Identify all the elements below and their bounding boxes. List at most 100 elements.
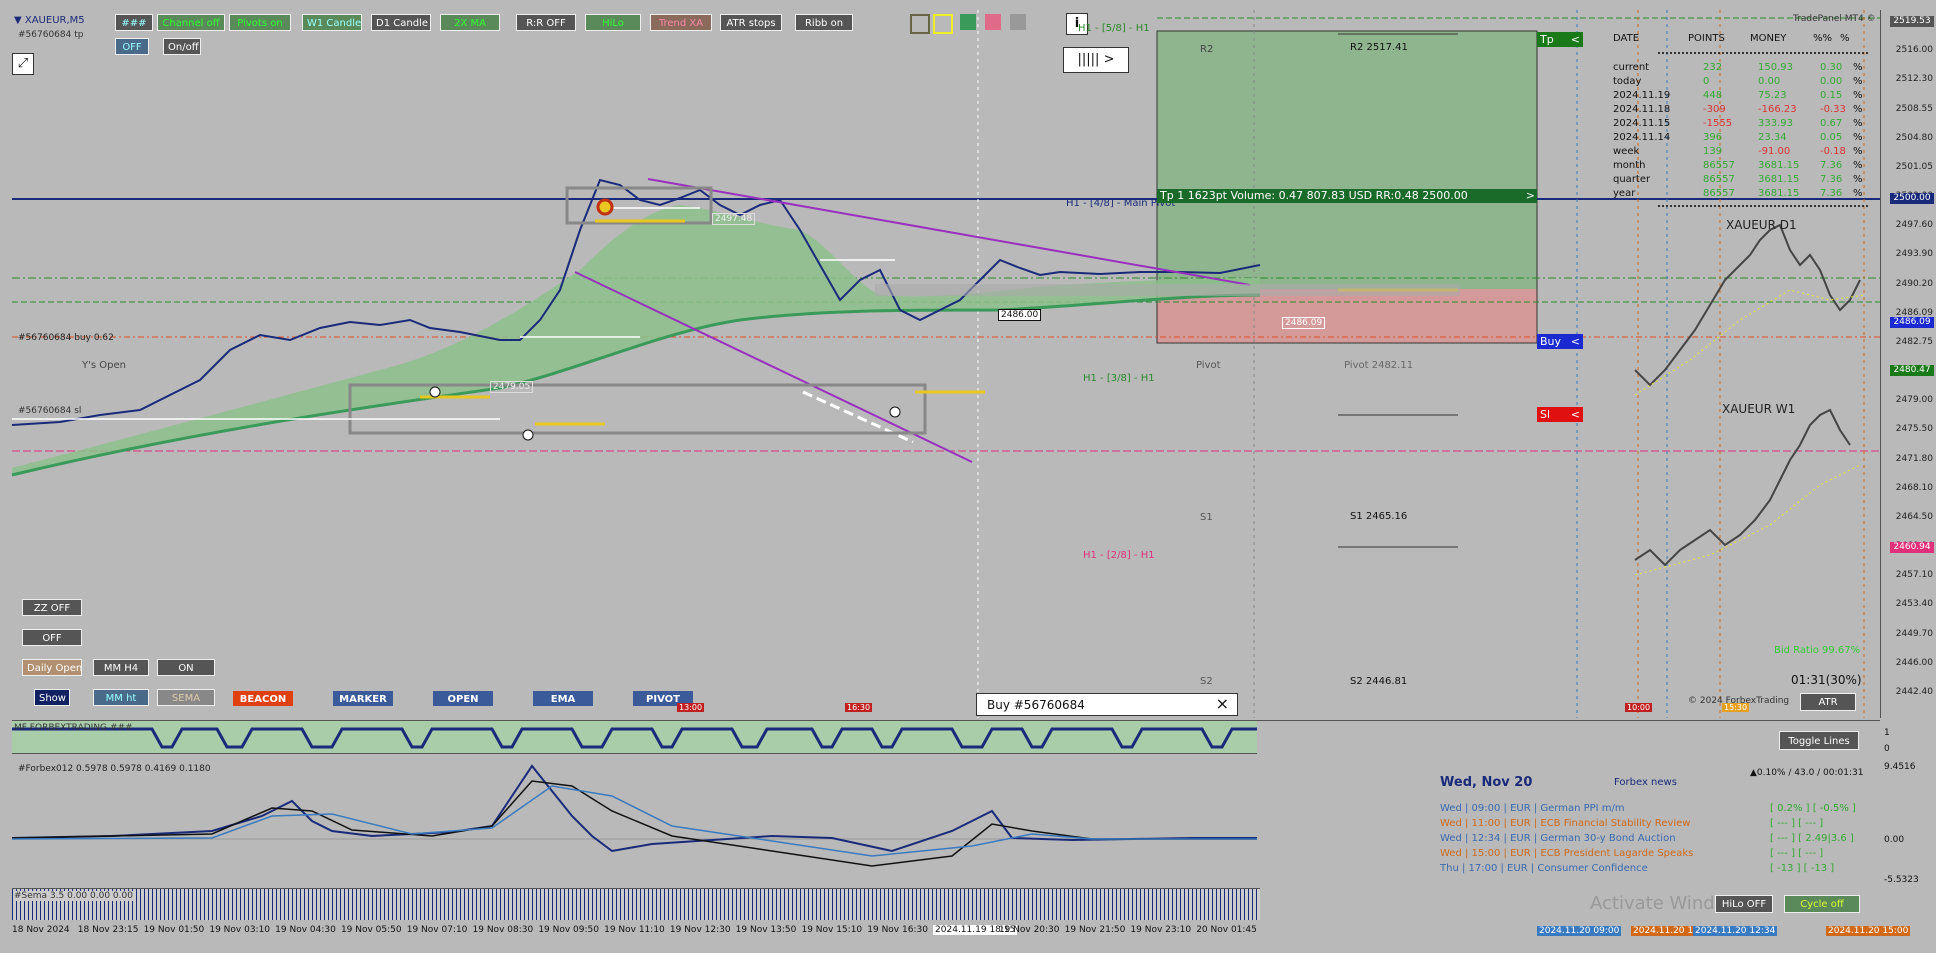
tradepanel-row: 2024.11.18 -309 -166.23 -0.33% [1608,104,1868,117]
r2-label: R2 [1200,44,1214,55]
swatch-grey[interactable] [1010,14,1026,30]
tradepanel-cell: 333.93 [1758,118,1793,129]
tradepanel-title: TradePanel MT4 © [1793,14,1876,24]
price-box-2500: 2500.00 [1890,193,1934,204]
swatch-yellow[interactable] [933,14,953,34]
time-axis-label: 19 Nov 03:10 [209,925,271,935]
timer: 01:31(30%) [1791,673,1862,687]
buy-dialog[interactable]: Buy #56760684 × [976,693,1238,716]
price-axis-label: 2471.80 [1895,453,1933,464]
expand-icon[interactable]: ⤢ [12,53,34,75]
h1-28-label: H1 - [2/8] - H1 [1083,550,1155,561]
tab-open[interactable]: OPEN [433,691,493,706]
btn-show[interactable]: Show [34,689,70,706]
pivot-label: Pivot [1196,360,1221,371]
s1-label: S1 [1200,512,1213,523]
osc3-panel: #Sema 3.5 0.00 0.00 0.00 [12,888,1260,920]
swatch-green[interactable] [960,14,976,30]
time-axis-label: 19 Nov 15:10 [801,925,863,935]
news-item[interactable]: Thu | 17:00 | EUR | Consumer Confidence [… [1440,863,1834,874]
sl-tag[interactable]: Sl < [1537,407,1583,422]
btn-off[interactable]: OFF [115,38,149,55]
price-box-h1: 2480.47 [1890,365,1934,376]
tradepanel-cell: % [1853,132,1863,143]
news-item-values: [ --- ] [ 2.49|3.6 ] [1770,833,1854,844]
btn-2x-ma[interactable]: 2X MA [440,14,500,31]
swatch-olive[interactable] [910,14,930,34]
news-item[interactable]: Wed | 12:34 | EUR | German 30-y Bond Auc… [1440,833,1854,844]
tp-info-bar: Tp 1 1623pt Volume: 0.47 807.83 USD RR:0… [1157,189,1537,203]
main-chart[interactable] [0,10,1880,718]
btn-rr-off[interactable]: R:R OFF [516,14,576,31]
tradepanel-cell: 0 [1703,76,1710,87]
symbol-label: ▼ XAUEUR,M5 [14,15,85,26]
tradepanel-cell: 0.15 [1820,90,1843,101]
btn-on[interactable]: ON [157,659,215,676]
tab-marker[interactable]: MARKER [333,691,393,706]
close-icon[interactable]: × [1216,694,1229,713]
header-date: DATE [1613,33,1640,44]
mini-d1-label: XAUEUR D1 [1726,218,1797,232]
btn-onoff[interactable]: On/off [163,38,201,55]
btn-hash[interactable]: ### [115,14,153,31]
tradepanel-cell: 150.93 [1758,62,1793,73]
tradepanel-cell: 2024.11.14 [1613,132,1671,143]
session-13: 13:00 [677,703,705,712]
tradepanel-cell: 0.05 [1820,132,1843,143]
hilo-off-button[interactable]: HiLo OFF [1715,895,1773,913]
btn-daily-open[interactable]: Daily Open [22,659,82,676]
btn-sema[interactable]: SEMA [157,689,215,706]
time-axis-label: 18 Nov 2024 [12,925,70,935]
osc1-panel[interactable]: MF FORBEXTRADING ### [12,720,1880,755]
news-item-text: Wed | 15:00 | EUR | ECB President Lagard… [1440,848,1694,859]
btn-w1-candle[interactable]: W1 Candle [302,14,362,31]
btn-ribb[interactable]: Ribb on [795,14,853,31]
tab-beacon[interactable]: BEACON [233,691,293,706]
tp-tag[interactable]: Tp < [1537,32,1583,47]
news-item[interactable]: Wed | 09:00 | EUR | German PPI m/m [ 0.2%… [1440,803,1856,814]
bottom-date-4: 2024.11.20 15:00 [1826,926,1911,936]
atr-button[interactable]: ATR [1800,693,1856,711]
order-tp-label: #56760684 tp [18,30,84,40]
time-axis-label: 19 Nov 09:50 [538,925,599,935]
btn-channel[interactable]: Channel off [157,14,225,31]
btn-trend-xa[interactable]: Trend XA [650,14,712,31]
btn-hilo[interactable]: HiLo [585,14,641,31]
price-axis-label: 2516.00 [1895,45,1933,56]
bid-ratio: Bid Ratio 99.67% [1774,645,1861,656]
btn-zz-off[interactable]: ZZ OFF [22,599,82,616]
nav-button[interactable]: ||||| > [1063,47,1129,73]
price-tag-2497-48: 2497.48 [712,213,756,225]
tradepanel-cell: % [1853,146,1863,157]
news-item[interactable]: Wed | 15:00 | EUR | ECB President Lagard… [1440,848,1823,859]
tab-ema[interactable]: EMA [533,691,593,706]
tradepanel-cell: month [1613,160,1646,171]
tradepanel-cell: % [1853,90,1863,101]
time-axis-label: 18 Nov 23:15 [77,925,139,935]
btn-pivots[interactable]: Pivots on [229,14,291,31]
btn-mm-ht[interactable]: MM ht [93,689,149,706]
btn-d1-candle[interactable]: D1 Candle [371,14,431,31]
tradepanel-cell: -91.00 [1758,146,1791,157]
buy-tag[interactable]: Buy < [1537,334,1583,349]
tradepanel-row: month 86557 3681.15 7.36% [1608,160,1868,173]
pivot-value: Pivot 2482.11 [1344,360,1414,371]
swatch-pink[interactable] [985,14,1001,30]
price-axis-label: 2475.50 [1895,424,1933,435]
btn-atr-stops[interactable]: ATR stops [720,14,782,31]
time-axis-label: 19 Nov 12:30 [669,925,731,935]
btn-mm-h4[interactable]: MM H4 [93,659,149,676]
header-points: POINTS [1688,33,1725,44]
tradepanel-cell: % [1853,62,1863,73]
cycle-off-button[interactable]: Cycle off [1784,895,1860,913]
tradepanel-cell: 396 [1703,132,1723,143]
tradepanel-cell: 0.30 [1820,62,1843,73]
toggle-lines-button[interactable]: Toggle Lines [1779,731,1859,750]
tradepanel-cell: 3681.15 [1758,174,1800,185]
tradepanel-cell: 7.36 [1820,188,1843,199]
price-axis-label: 2468.10 [1895,482,1933,493]
tradepanel-cell: 86557 [1703,174,1735,185]
mini-d1-svg [1634,223,1866,396]
btn-off-2[interactable]: OFF [22,629,82,646]
news-item[interactable]: Wed | 11:00 | EUR | ECB Financial Stabil… [1440,818,1823,829]
